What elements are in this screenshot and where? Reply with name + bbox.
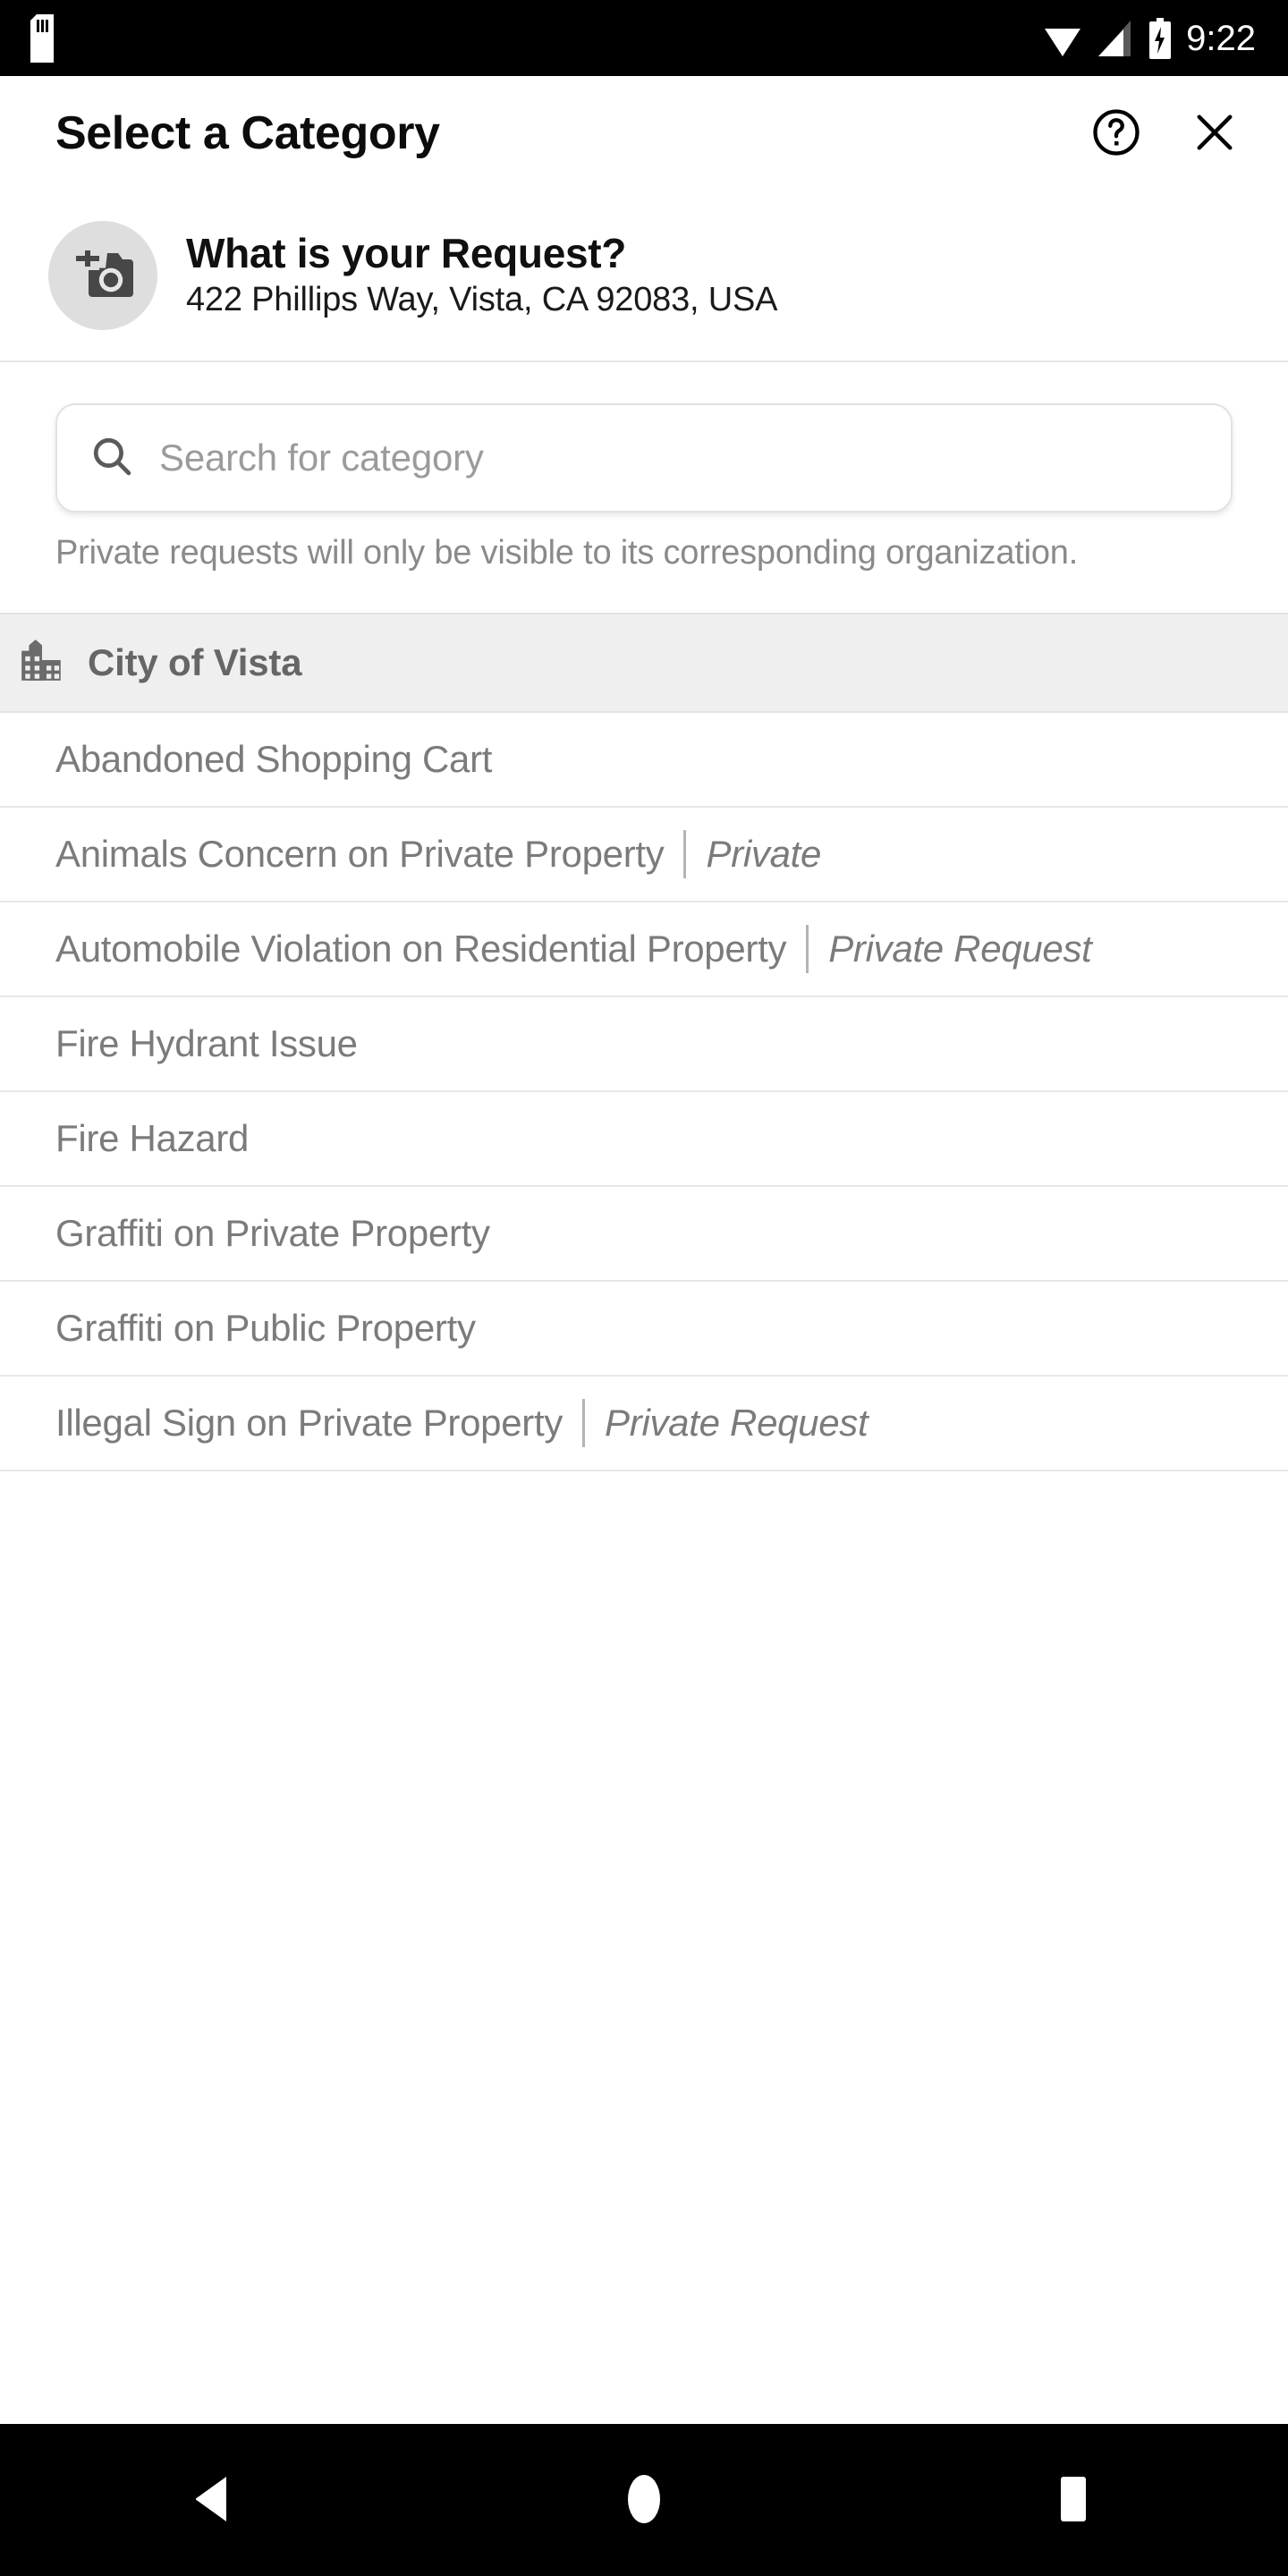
- request-text-block: What is your Request? 422 Phillips Way, …: [186, 231, 777, 320]
- home-circle-icon: [620, 2473, 668, 2528]
- category-row[interactable]: Automobile Violation on Residential Prop…: [0, 902, 1288, 997]
- section-title: City of Vista: [88, 640, 302, 683]
- status-bar-clock: 9:22: [1186, 18, 1256, 58]
- status-bar-right: 9:22: [1043, 17, 1256, 59]
- close-button[interactable]: [1182, 101, 1247, 165]
- search-box[interactable]: [55, 403, 1233, 513]
- app-screen: 9:22 Select a Category What is your Requ…: [0, 0, 1288, 2576]
- search-icon: [88, 432, 136, 485]
- close-icon: [1190, 107, 1240, 160]
- request-summary-row[interactable]: What is your Request? 422 Phillips Way, …: [0, 191, 1288, 360]
- category-label: Graffiti on Private Property: [55, 1211, 490, 1254]
- category-list: Abandoned Shopping Cart Animals Concern …: [0, 712, 1288, 2424]
- section-header-city-of-vista: City of Vista: [0, 612, 1288, 713]
- category-row[interactable]: Graffiti on Public Property: [0, 1281, 1288, 1377]
- request-address: 422 Phillips Way, Vista, CA 92083, USA: [186, 281, 778, 319]
- category-row[interactable]: Illegal Sign on Private Property Private…: [0, 1376, 1288, 1471]
- category-label: Fire Hydrant Issue: [55, 1021, 358, 1064]
- dialog-header: Select a Category: [0, 76, 1288, 191]
- android-nav-bar: [0, 2424, 1288, 2576]
- signal-icon: [1097, 19, 1134, 58]
- request-question: What is your Request?: [186, 229, 627, 276]
- category-row[interactable]: Animals Concern on Private Property Priv…: [0, 807, 1288, 902]
- header-divider: [0, 360, 1288, 369]
- header-actions: [1084, 101, 1247, 165]
- category-separator: [806, 924, 809, 973]
- nav-home-button[interactable]: [572, 2424, 716, 2576]
- category-row[interactable]: Fire Hazard: [0, 1091, 1288, 1187]
- nav-recents-button[interactable]: [1002, 2424, 1145, 2576]
- category-label: Abandoned Shopping Cart: [55, 737, 493, 780]
- category-badge: Private Request: [828, 927, 1092, 970]
- avatar[interactable]: [48, 221, 157, 330]
- category-label: Illegal Sign on Private Property: [55, 1401, 564, 1444]
- recents-square-icon: [1052, 2475, 1095, 2526]
- search-area: Private requests will only be visible to…: [0, 369, 1288, 575]
- category-label: Animals Concern on Private Property: [55, 832, 665, 875]
- category-separator: [683, 829, 687, 878]
- category-label: Fire Hazard: [55, 1116, 250, 1159]
- help-circle-icon: [1089, 106, 1143, 162]
- category-row[interactable]: Abandoned Shopping Cart: [0, 712, 1288, 808]
- category-separator: [582, 1398, 586, 1447]
- nav-back-button[interactable]: [143, 2424, 286, 2576]
- category-row[interactable]: Graffiti on Private Property: [0, 1186, 1288, 1282]
- search-input[interactable]: [159, 405, 1200, 511]
- status-bar: 9:22: [0, 0, 1288, 76]
- category-badge: Private Request: [605, 1401, 869, 1444]
- category-label: Automobile Violation on Residential Prop…: [55, 927, 787, 970]
- battery-charging-icon: [1148, 17, 1172, 59]
- page-title: Select a Category: [55, 107, 440, 159]
- help-button[interactable]: [1084, 101, 1148, 165]
- add-photo-camera-icon: [71, 245, 135, 307]
- search-bottom-spacer: [0, 574, 1288, 613]
- city-building-icon: [18, 636, 66, 689]
- category-badge: Private: [706, 832, 822, 875]
- status-bar-left: [30, 13, 54, 63]
- wifi-icon: [1043, 19, 1082, 58]
- privacy-note: Private requests will only be visible to…: [55, 534, 1079, 572]
- sd-card-icon: [30, 13, 54, 63]
- category-label: Graffiti on Public Property: [55, 1306, 476, 1349]
- category-row[interactable]: Fire Hydrant Issue: [0, 996, 1288, 1092]
- back-triangle-icon: [192, 2475, 237, 2526]
